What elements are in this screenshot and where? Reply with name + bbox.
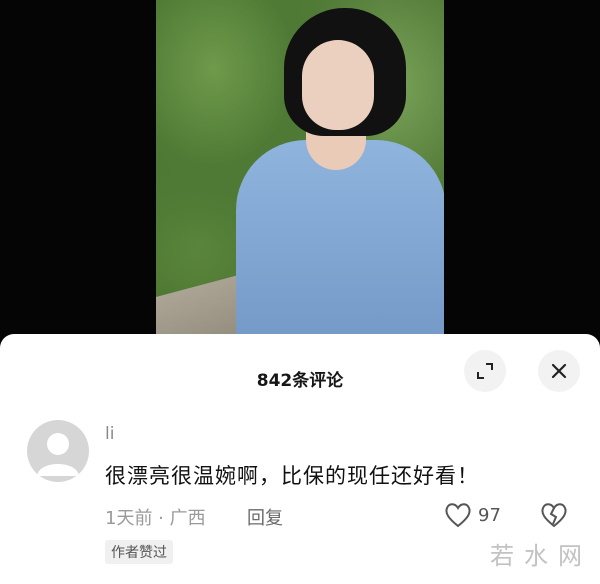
face <box>302 40 374 130</box>
comment-meta: 1天前 · 广西 <box>105 508 206 529</box>
comment-author[interactable]: li <box>105 424 114 444</box>
broken-heart-icon[interactable] <box>540 502 568 528</box>
comments-panel: 842条评论 li 很漂亮很温婉啊，比保的现任还好看！ 1天前 · 广西 回复 … <box>0 334 600 584</box>
author-liked-badge: 作者赞过 <box>105 540 173 564</box>
like-count: 97 <box>478 505 501 526</box>
reply-button[interactable]: 回复 <box>247 504 283 530</box>
close-button[interactable] <box>538 350 580 392</box>
expand-icon <box>477 363 493 379</box>
blue-sweater <box>236 140 444 345</box>
expand-button[interactable] <box>464 350 506 392</box>
avatar[interactable] <box>27 420 89 482</box>
default-user-avatar <box>37 433 79 476</box>
heart-outline-icon[interactable] <box>444 502 472 528</box>
comment-text: 很漂亮很温婉啊，比保的现任还好看！ <box>105 464 479 488</box>
video-player[interactable] <box>0 0 600 345</box>
comments-title: 842条评论 <box>256 371 344 391</box>
watermark: 若水网 <box>490 542 592 570</box>
video-frame <box>156 0 444 345</box>
close-icon <box>551 363 567 379</box>
